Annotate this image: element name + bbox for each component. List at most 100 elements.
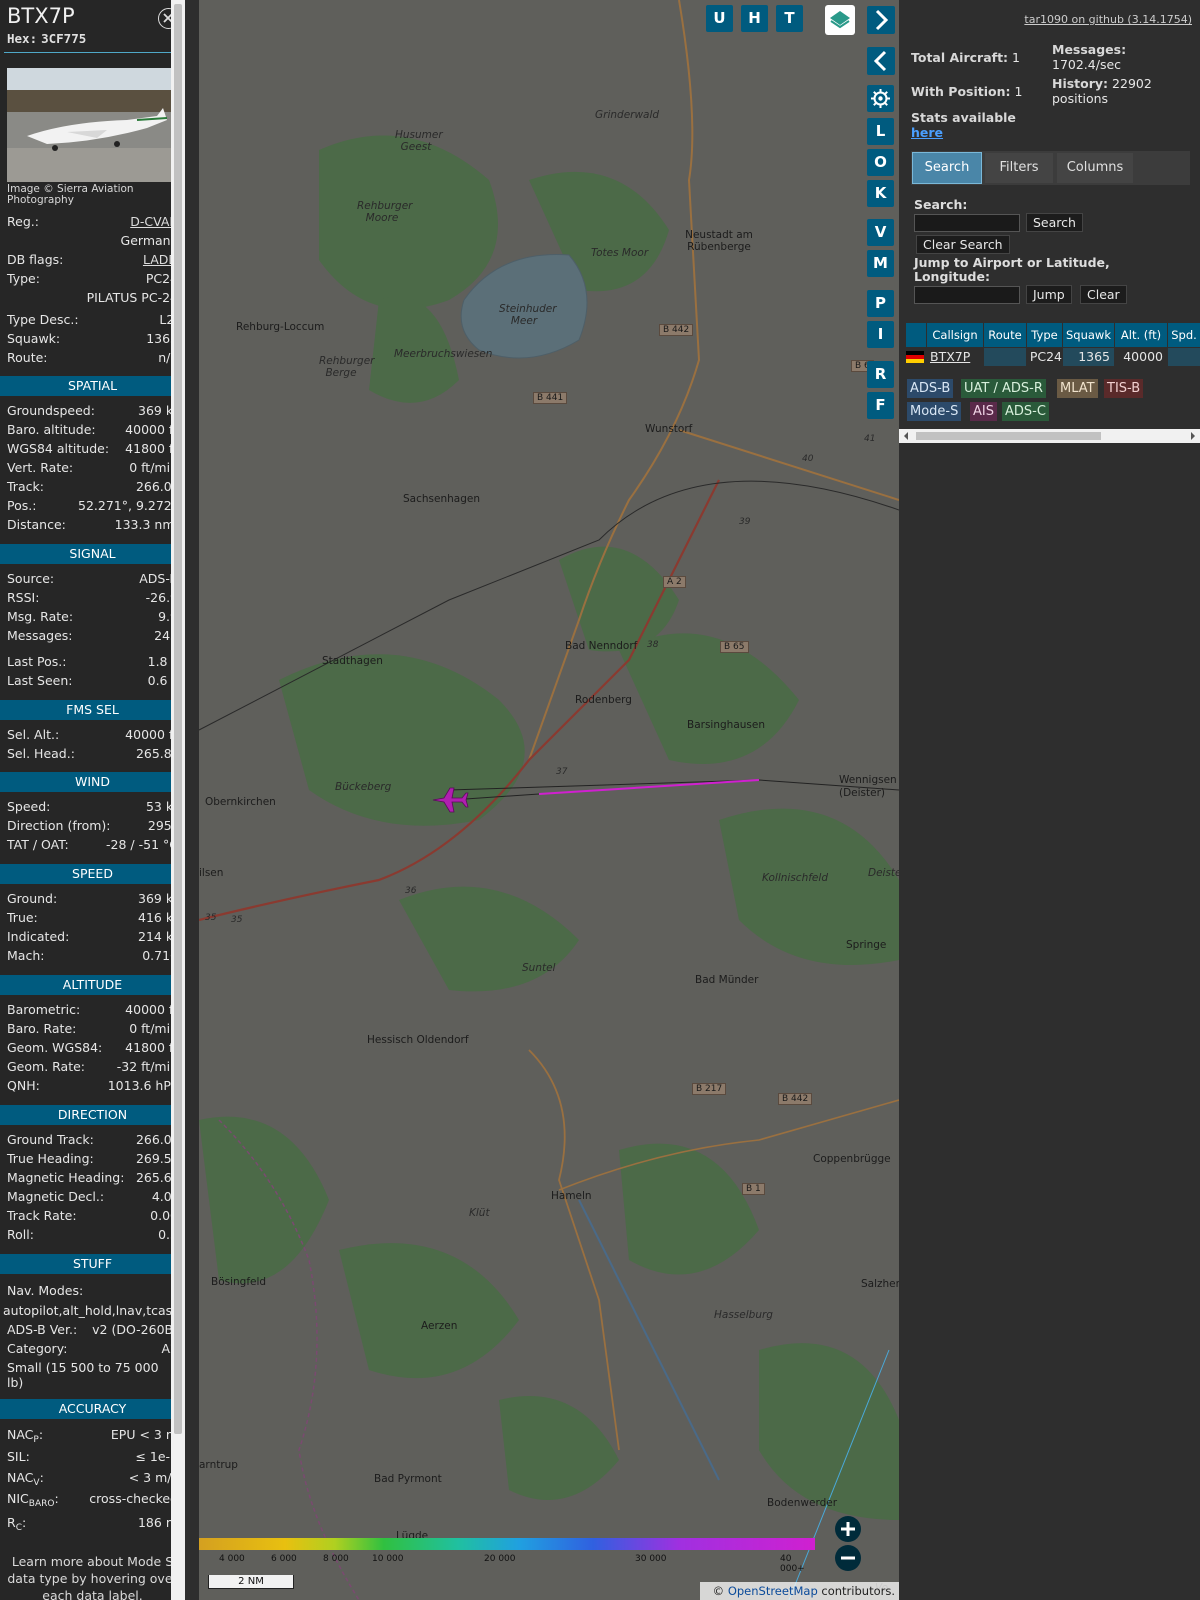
stats-link[interactable]: here <box>911 125 943 140</box>
jump-input[interactable] <box>914 286 1020 304</box>
table-cell-flag <box>906 348 926 366</box>
toggle-p-button[interactable]: P <box>867 290 894 317</box>
route-number: 37 <box>556 767 568 777</box>
magnetic-decl-row: Magnetic Decl.: 4.0° <box>7 1189 178 1207</box>
badge-mlat: MLAT <box>1057 379 1098 398</box>
altitude-tick: 6 000 <box>271 1554 297 1564</box>
badge-mode-s: Mode-S <box>907 402 962 421</box>
table-horizontal-scrollbar[interactable] <box>899 429 1200 443</box>
table-cell-route <box>984 348 1026 366</box>
layers-button[interactable] <box>825 5 855 35</box>
column-header-type[interactable]: Type <box>1027 323 1062 347</box>
type-desc-row: Type Desc.: L2J <box>7 312 178 330</box>
messages-value: 1702.4/sec <box>1052 57 1122 72</box>
nav-modes-value: autopilot,alt_hold,lnav,tcas <box>3 1303 173 1318</box>
toggle-f-button[interactable]: F <box>867 392 894 419</box>
wind-speed-label: Speed: <box>7 799 51 814</box>
track-rate-label: Track Rate: <box>7 1208 77 1223</box>
tab-search[interactable]: Search <box>912 152 982 184</box>
nacv-label-sub: V <box>33 1478 40 1488</box>
aircraft-info-panel: BTX7P Hex: 3CF775 Image © Sierra Aviatio… <box>0 0 185 1600</box>
info-scrollbar-thumb[interactable] <box>174 4 182 1434</box>
column-header-callsign[interactable]: Callsign <box>927 323 983 347</box>
type-full-value: PILATUS PC-24 <box>86 290 178 305</box>
tab-filters[interactable]: Filters <box>985 153 1053 183</box>
toggle-r-button[interactable]: R <box>867 361 894 388</box>
place-label: Rehburger Berge <box>319 355 375 379</box>
toggle-l-button[interactable]: L <box>867 118 894 145</box>
clear-button[interactable]: Clear <box>1080 285 1127 304</box>
magnetic-heading-label: Magnetic Heading: <box>7 1170 125 1185</box>
column-header-flag[interactable] <box>906 323 926 347</box>
altitude-tick: 4 000 <box>219 1554 245 1564</box>
learn-more-text: Learn more about Mode S data type by hov… <box>7 1554 178 1600</box>
toggle-k-button[interactable]: K <box>867 180 894 207</box>
track-row: Track: 266.0° <box>7 479 178 497</box>
source-row: Source: ADS-B <box>7 571 178 589</box>
column-header-altitude[interactable]: Alt. (ft) <box>1115 323 1167 347</box>
ground-speed-row: Ground: 369 kt <box>7 891 178 909</box>
vert-rate-label: Vert. Rate: <box>7 460 74 475</box>
map-view[interactable]: Grinderwald Husumer Geest Rehburger Moor… <box>199 0 899 1600</box>
github-link[interactable]: tar1090 on github (3.14.1754) <box>1024 13 1192 26</box>
zoom-in-button[interactable] <box>835 1516 861 1542</box>
baro-rate-label: Baro. Rate: <box>7 1021 77 1036</box>
toggle-i-button[interactable]: I <box>867 321 894 348</box>
toggle-v-button[interactable]: V <box>867 219 894 246</box>
expand-sidebar-button[interactable] <box>867 6 895 34</box>
tat-oat-label: TAT / OAT: <box>7 837 69 852</box>
aircraft-photo[interactable] <box>7 68 178 182</box>
adsb-ver-row: ADS-B Ver.: v2 (DO-260B) <box>7 1322 178 1340</box>
toggle-u-button[interactable]: U <box>706 5 733 32</box>
nacv-label: NACV: <box>7 1470 44 1488</box>
info-scrollbar[interactable] <box>171 0 185 1600</box>
sel-alt-row: Sel. Alt.: 40000 ft <box>7 727 178 745</box>
nacv-label-main: NAC <box>7 1470 34 1485</box>
toggle-m-button[interactable]: M <box>867 250 894 277</box>
photo-credit: Image © Sierra Aviation Photography <box>7 183 134 206</box>
clear-search-button[interactable]: Clear Search <box>916 235 1010 254</box>
collapse-sidebar-button[interactable] <box>867 47 895 75</box>
aircraft-photo-image <box>7 68 178 182</box>
layers-icon <box>830 11 850 29</box>
column-header-speed[interactable]: Spd. <box>1168 323 1200 347</box>
wind-speed-row: Speed: 53 kt <box>7 799 178 817</box>
tab-columns[interactable]: Columns <box>1057 153 1133 183</box>
geom-rate-value: -32 ft/min <box>116 1059 178 1074</box>
toggle-h-button[interactable]: H <box>741 5 768 32</box>
table-cell-callsign[interactable]: BTX7P <box>930 348 986 366</box>
ground-track-row: Ground Track: 266.0° <box>7 1132 178 1150</box>
wind-direction-row: Direction (from): 295° <box>7 818 178 836</box>
true-heading-row: True Heading: 269.5° <box>7 1151 178 1169</box>
stats-available: Stats available here <box>911 110 1016 140</box>
wgs84-alt-row: WGS84 altitude: 41800 ft <box>7 441 178 459</box>
table-cell-altitude: 40000 <box>1115 348 1167 366</box>
route-number: 35 <box>231 915 243 925</box>
total-aircraft-value: 1 <box>1012 50 1020 65</box>
chevron-right-icon <box>875 9 889 31</box>
groundspeed-label: Groundspeed: <box>7 403 95 418</box>
openstreetmap-link[interactable]: OpenStreetMap <box>728 1584 818 1598</box>
column-header-route[interactable]: Route <box>984 323 1026 347</box>
route-number: 36 <box>405 886 417 896</box>
road-shield: B 65 <box>720 641 749 653</box>
indicated-speed-row: Indicated: 214 kt <box>7 929 178 947</box>
true-speed-row: True: 416 kt <box>7 910 178 928</box>
search-button[interactable]: Search <box>1026 213 1083 232</box>
search-input[interactable] <box>914 214 1020 232</box>
road-shield: A 2 <box>663 576 686 588</box>
with-position-value: 1 <box>1014 84 1023 99</box>
table-scrollbar-thumb[interactable] <box>916 432 1101 440</box>
mach-row: Mach: 0.716 <box>7 948 178 966</box>
wgs84-alt-label: WGS84 altitude: <box>7 441 110 456</box>
toggle-o-button[interactable]: O <box>867 149 894 176</box>
road-shield: B 1 <box>742 1183 765 1195</box>
nacp-label-sub: P <box>33 1435 39 1445</box>
jump-button[interactable]: Jump <box>1026 285 1072 304</box>
settings-button[interactable] <box>867 85 894 112</box>
messages-stat: Messages: 1702.4/sec <box>1052 42 1126 72</box>
roll-label: Roll: <box>7 1227 34 1242</box>
column-header-squawk[interactable]: Squawk <box>1063 323 1114 347</box>
toggle-t-button[interactable]: T <box>776 5 803 32</box>
zoom-out-button[interactable] <box>835 1545 861 1571</box>
